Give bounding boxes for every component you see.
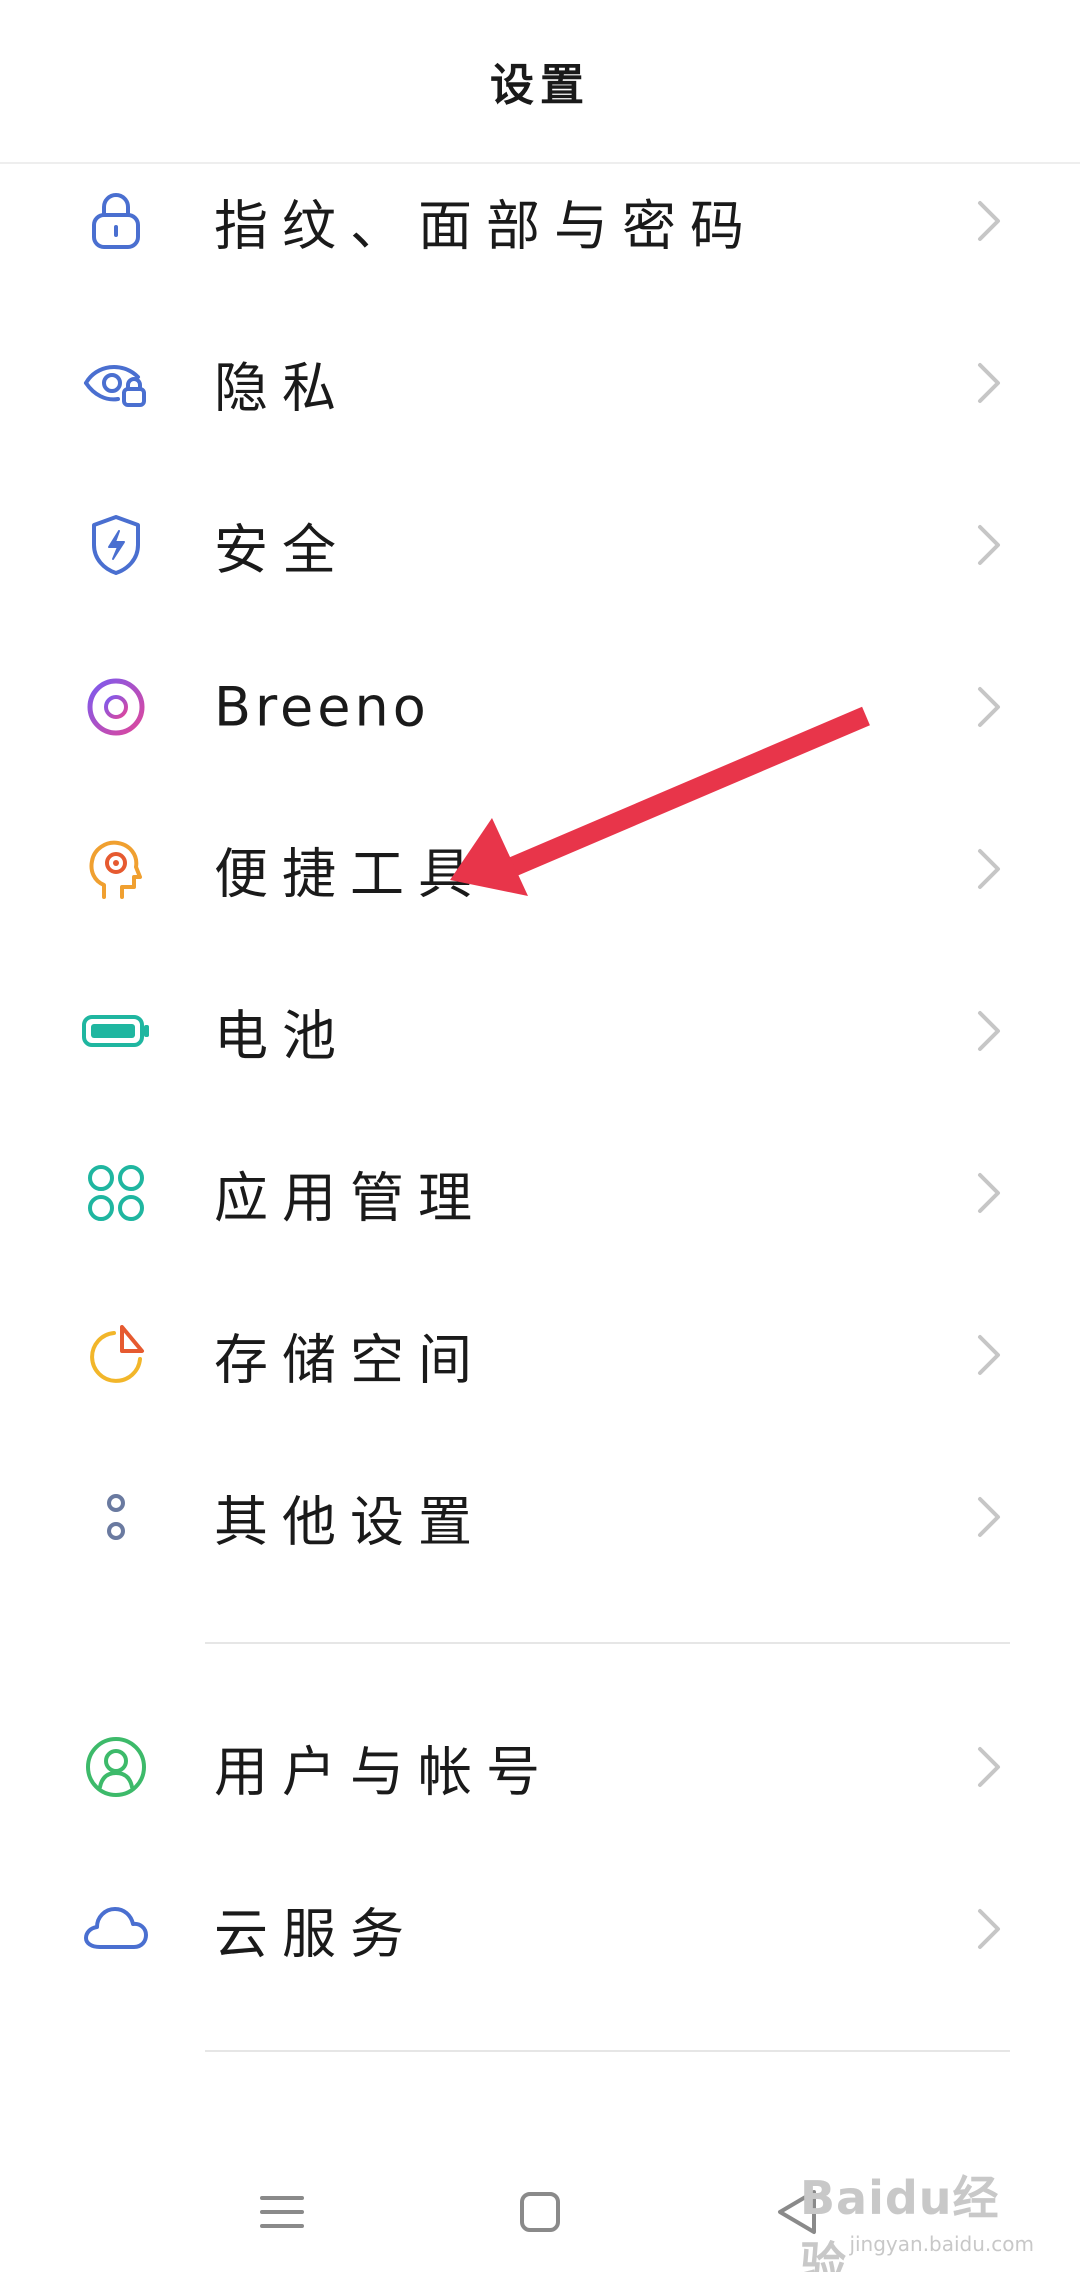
- battery-icon: [82, 997, 150, 1065]
- settings-item-label: 用户与帐号: [214, 1740, 554, 1804]
- settings-item-label: 电池: [214, 1004, 350, 1068]
- settings-item-privacy[interactable]: 隐私: [0, 302, 1080, 464]
- settings-item-breeno[interactable]: Breeno: [0, 626, 1080, 788]
- recent-apps-button[interactable]: [242, 2172, 322, 2252]
- chevron-right-icon: [974, 683, 1004, 731]
- section-divider: [205, 1642, 1010, 1644]
- settings-item-label: 其他设置: [214, 1490, 486, 1554]
- menu-icon: [260, 2196, 304, 2228]
- chevron-right-icon: [974, 1169, 1004, 1217]
- settings-item-label: 隐私: [214, 356, 350, 420]
- settings-item-battery[interactable]: 电池: [0, 950, 1080, 1112]
- apps-grid-icon: [82, 1159, 150, 1227]
- settings-item-label: Breeno: [214, 675, 430, 739]
- chevron-right-icon: [974, 521, 1004, 569]
- chevron-right-icon: [974, 1743, 1004, 1791]
- chevron-right-icon: [974, 1331, 1004, 1379]
- lock-icon: [82, 187, 150, 255]
- settings-item-users-accounts[interactable]: 用户与帐号: [0, 1686, 1080, 1848]
- settings-item-storage[interactable]: 存储空间: [0, 1274, 1080, 1436]
- settings-item-other-settings[interactable]: 其他设置: [0, 1436, 1080, 1598]
- chevron-right-icon: [974, 1007, 1004, 1055]
- settings-item-app-management[interactable]: 应用管理: [0, 1112, 1080, 1274]
- chevron-right-icon: [974, 1493, 1004, 1541]
- more-dots-icon: [82, 1483, 150, 1551]
- breeno-ring-icon: [82, 673, 150, 741]
- page-title: 设置: [490, 60, 590, 111]
- settings-item-convenient-tools[interactable]: 便捷工具: [0, 788, 1080, 950]
- settings-item-label: 安全: [214, 518, 350, 582]
- baidu-watermark: Baidu经验 jingyan.baidu.com: [800, 2150, 1040, 2272]
- settings-item-fingerprint-face-password[interactable]: 指纹、面部与密码: [0, 140, 1080, 302]
- chevron-right-icon: [974, 845, 1004, 893]
- privacy-eye-lock-icon: [82, 349, 150, 417]
- user-icon: [82, 1733, 150, 1801]
- chevron-right-icon: [974, 1905, 1004, 1953]
- watermark-url: jingyan.baidu.com: [849, 2232, 1034, 2256]
- shield-bolt-icon: [82, 511, 150, 579]
- chevron-right-icon: [974, 197, 1004, 245]
- cloud-icon: [82, 1895, 150, 1963]
- settings-item-cloud-services[interactable]: 云服务: [0, 1848, 1080, 2010]
- settings-item-security[interactable]: 安全: [0, 464, 1080, 626]
- settings-item-label: 存储空间: [214, 1328, 486, 1392]
- storage-pie-icon: [82, 1321, 150, 1389]
- settings-item-label: 指纹、面部与密码: [214, 194, 758, 258]
- settings-item-label: 应用管理: [214, 1166, 486, 1230]
- settings-screen: 设置 指纹、面部与密码 隐私 安全 Breeno 便捷工具 电池 应用管理 存储…: [0, 0, 1080, 2272]
- settings-item-label: 便捷工具: [214, 842, 486, 906]
- settings-item-label: 云服务: [214, 1902, 418, 1966]
- square-icon: [520, 2192, 560, 2232]
- head-target-icon: [82, 835, 150, 903]
- section-divider: [205, 2050, 1010, 2052]
- chevron-right-icon: [974, 359, 1004, 407]
- home-button[interactable]: [500, 2172, 580, 2252]
